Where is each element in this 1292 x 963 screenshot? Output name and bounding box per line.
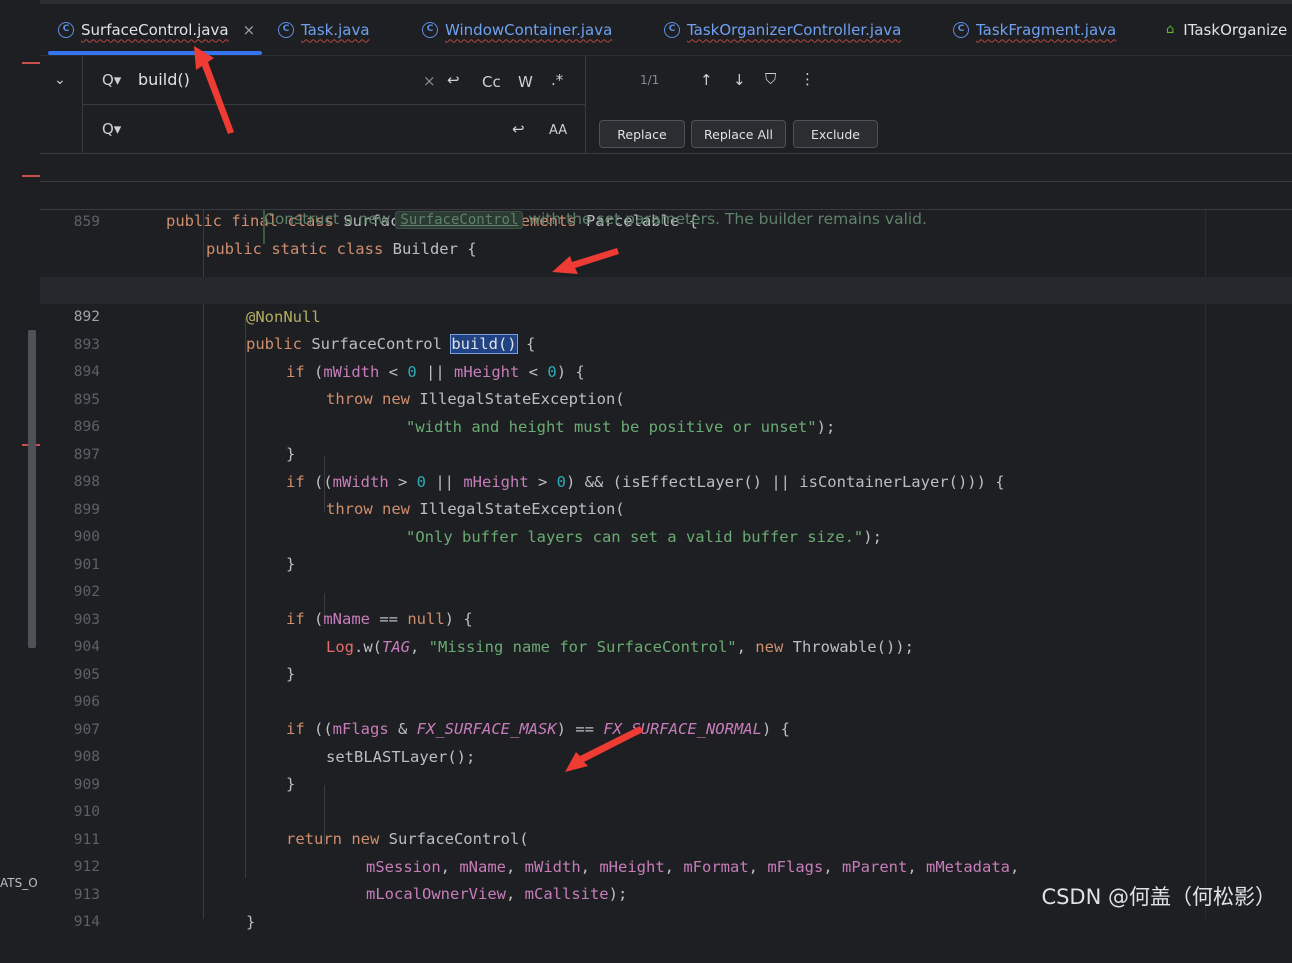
watermark: CSDN @何盖（何松影） bbox=[1041, 885, 1276, 909]
annotation-arrows bbox=[194, 46, 643, 772]
red-arrow-annotation bbox=[552, 248, 619, 274]
red-arrow-annotation bbox=[194, 46, 234, 134]
red-arrow-annotation bbox=[565, 726, 643, 772]
